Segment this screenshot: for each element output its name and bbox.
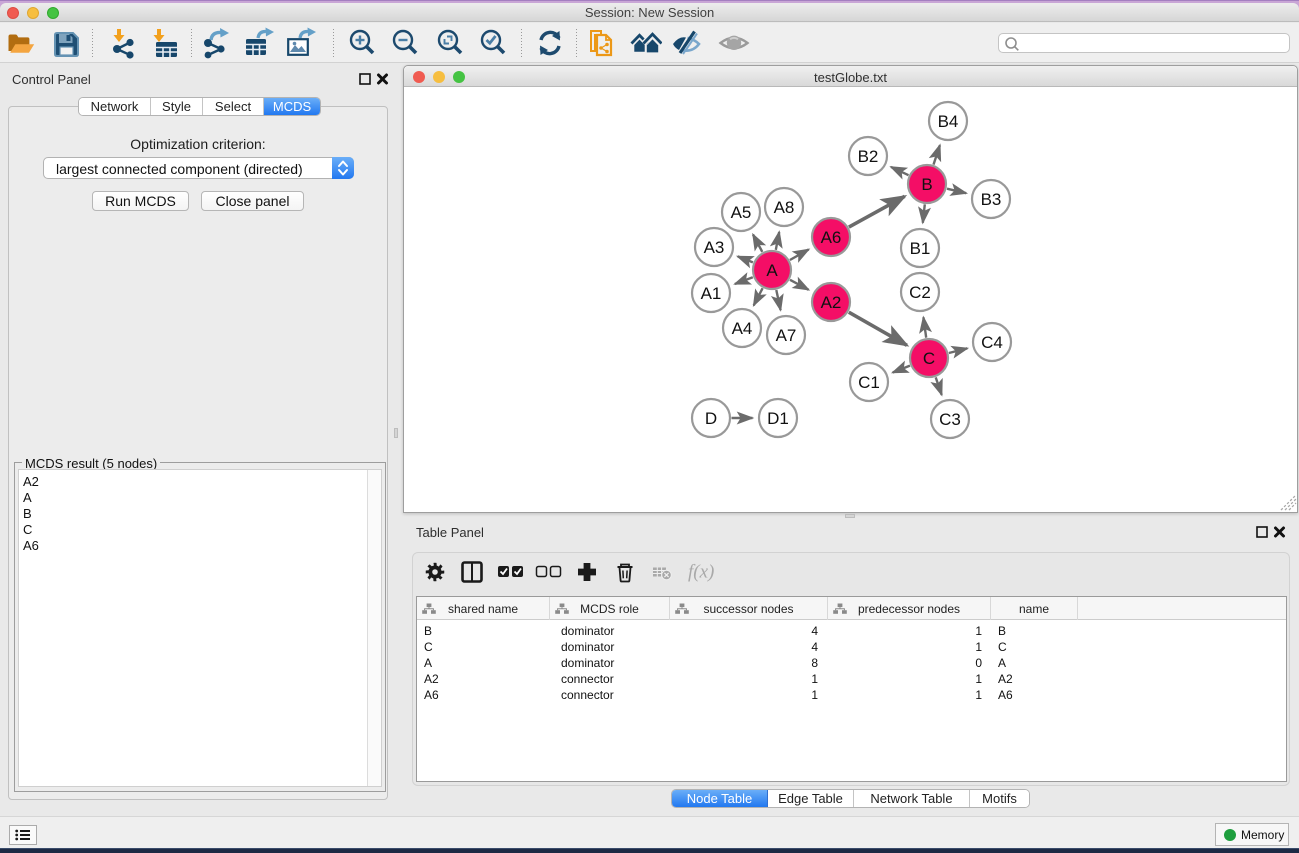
svg-text:B: B [921,175,932,194]
svg-text:B2: B2 [858,147,879,166]
svg-text:A1: A1 [701,284,722,303]
svg-text:A3: A3 [704,238,725,257]
svg-text:A8: A8 [774,198,795,217]
svg-text:C: C [923,349,935,368]
svg-text:A: A [766,261,778,280]
svg-text:A2: A2 [821,293,842,312]
svg-text:A5: A5 [731,203,752,222]
svg-text:C3: C3 [939,410,961,429]
svg-text:C2: C2 [909,283,931,302]
svg-text:A6: A6 [821,228,842,247]
svg-text:A7: A7 [776,326,797,345]
svg-text:f(x): f(x) [688,562,714,583]
svg-text:B3: B3 [981,190,1002,209]
svg-text:D1: D1 [767,409,789,428]
svg-text:A4: A4 [732,319,753,338]
svg-text:B1: B1 [910,239,931,258]
svg-text:C4: C4 [981,333,1003,352]
svg-text:C1: C1 [858,373,880,392]
svg-text:D: D [705,409,717,428]
svg-text:B4: B4 [938,112,959,131]
